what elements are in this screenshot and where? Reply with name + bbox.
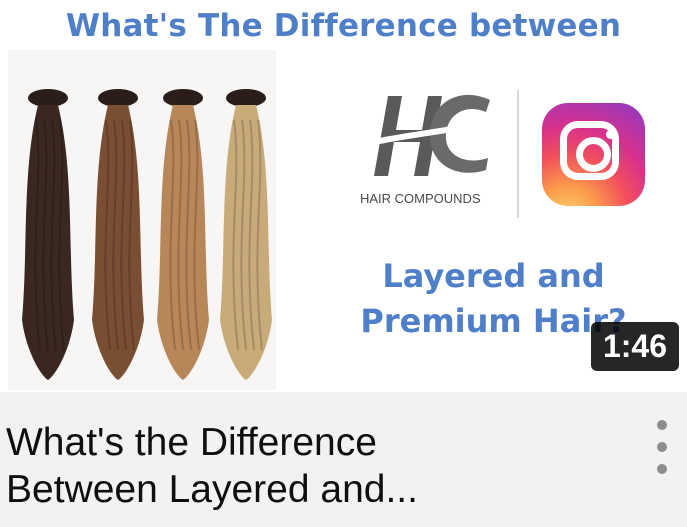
logo-area: HAIR COMPOUNDS	[330, 78, 670, 238]
more-vert-icon[interactable]	[644, 418, 680, 478]
thumbnail-heading: What's The Difference between	[65, 8, 622, 44]
video-thumbnail[interactable]: What's The Difference between HAIR COMPO…	[0, 0, 687, 392]
logo-divider	[517, 90, 519, 218]
duration-badge: 1:46	[590, 322, 679, 371]
instagram-icon	[542, 103, 645, 206]
hc-logo-icon: HAIR COMPOUNDS	[349, 94, 511, 206]
video-title[interactable]: What's the Difference Between Layered an…	[6, 419, 626, 513]
thumbnail-subheading-line1: Layered and	[382, 257, 605, 295]
video-card[interactable]: What's The Difference between HAIR COMPO…	[0, 0, 687, 527]
logo-text: HAIR COMPOUNDS	[360, 191, 481, 206]
hair-extensions-image	[8, 50, 276, 390]
